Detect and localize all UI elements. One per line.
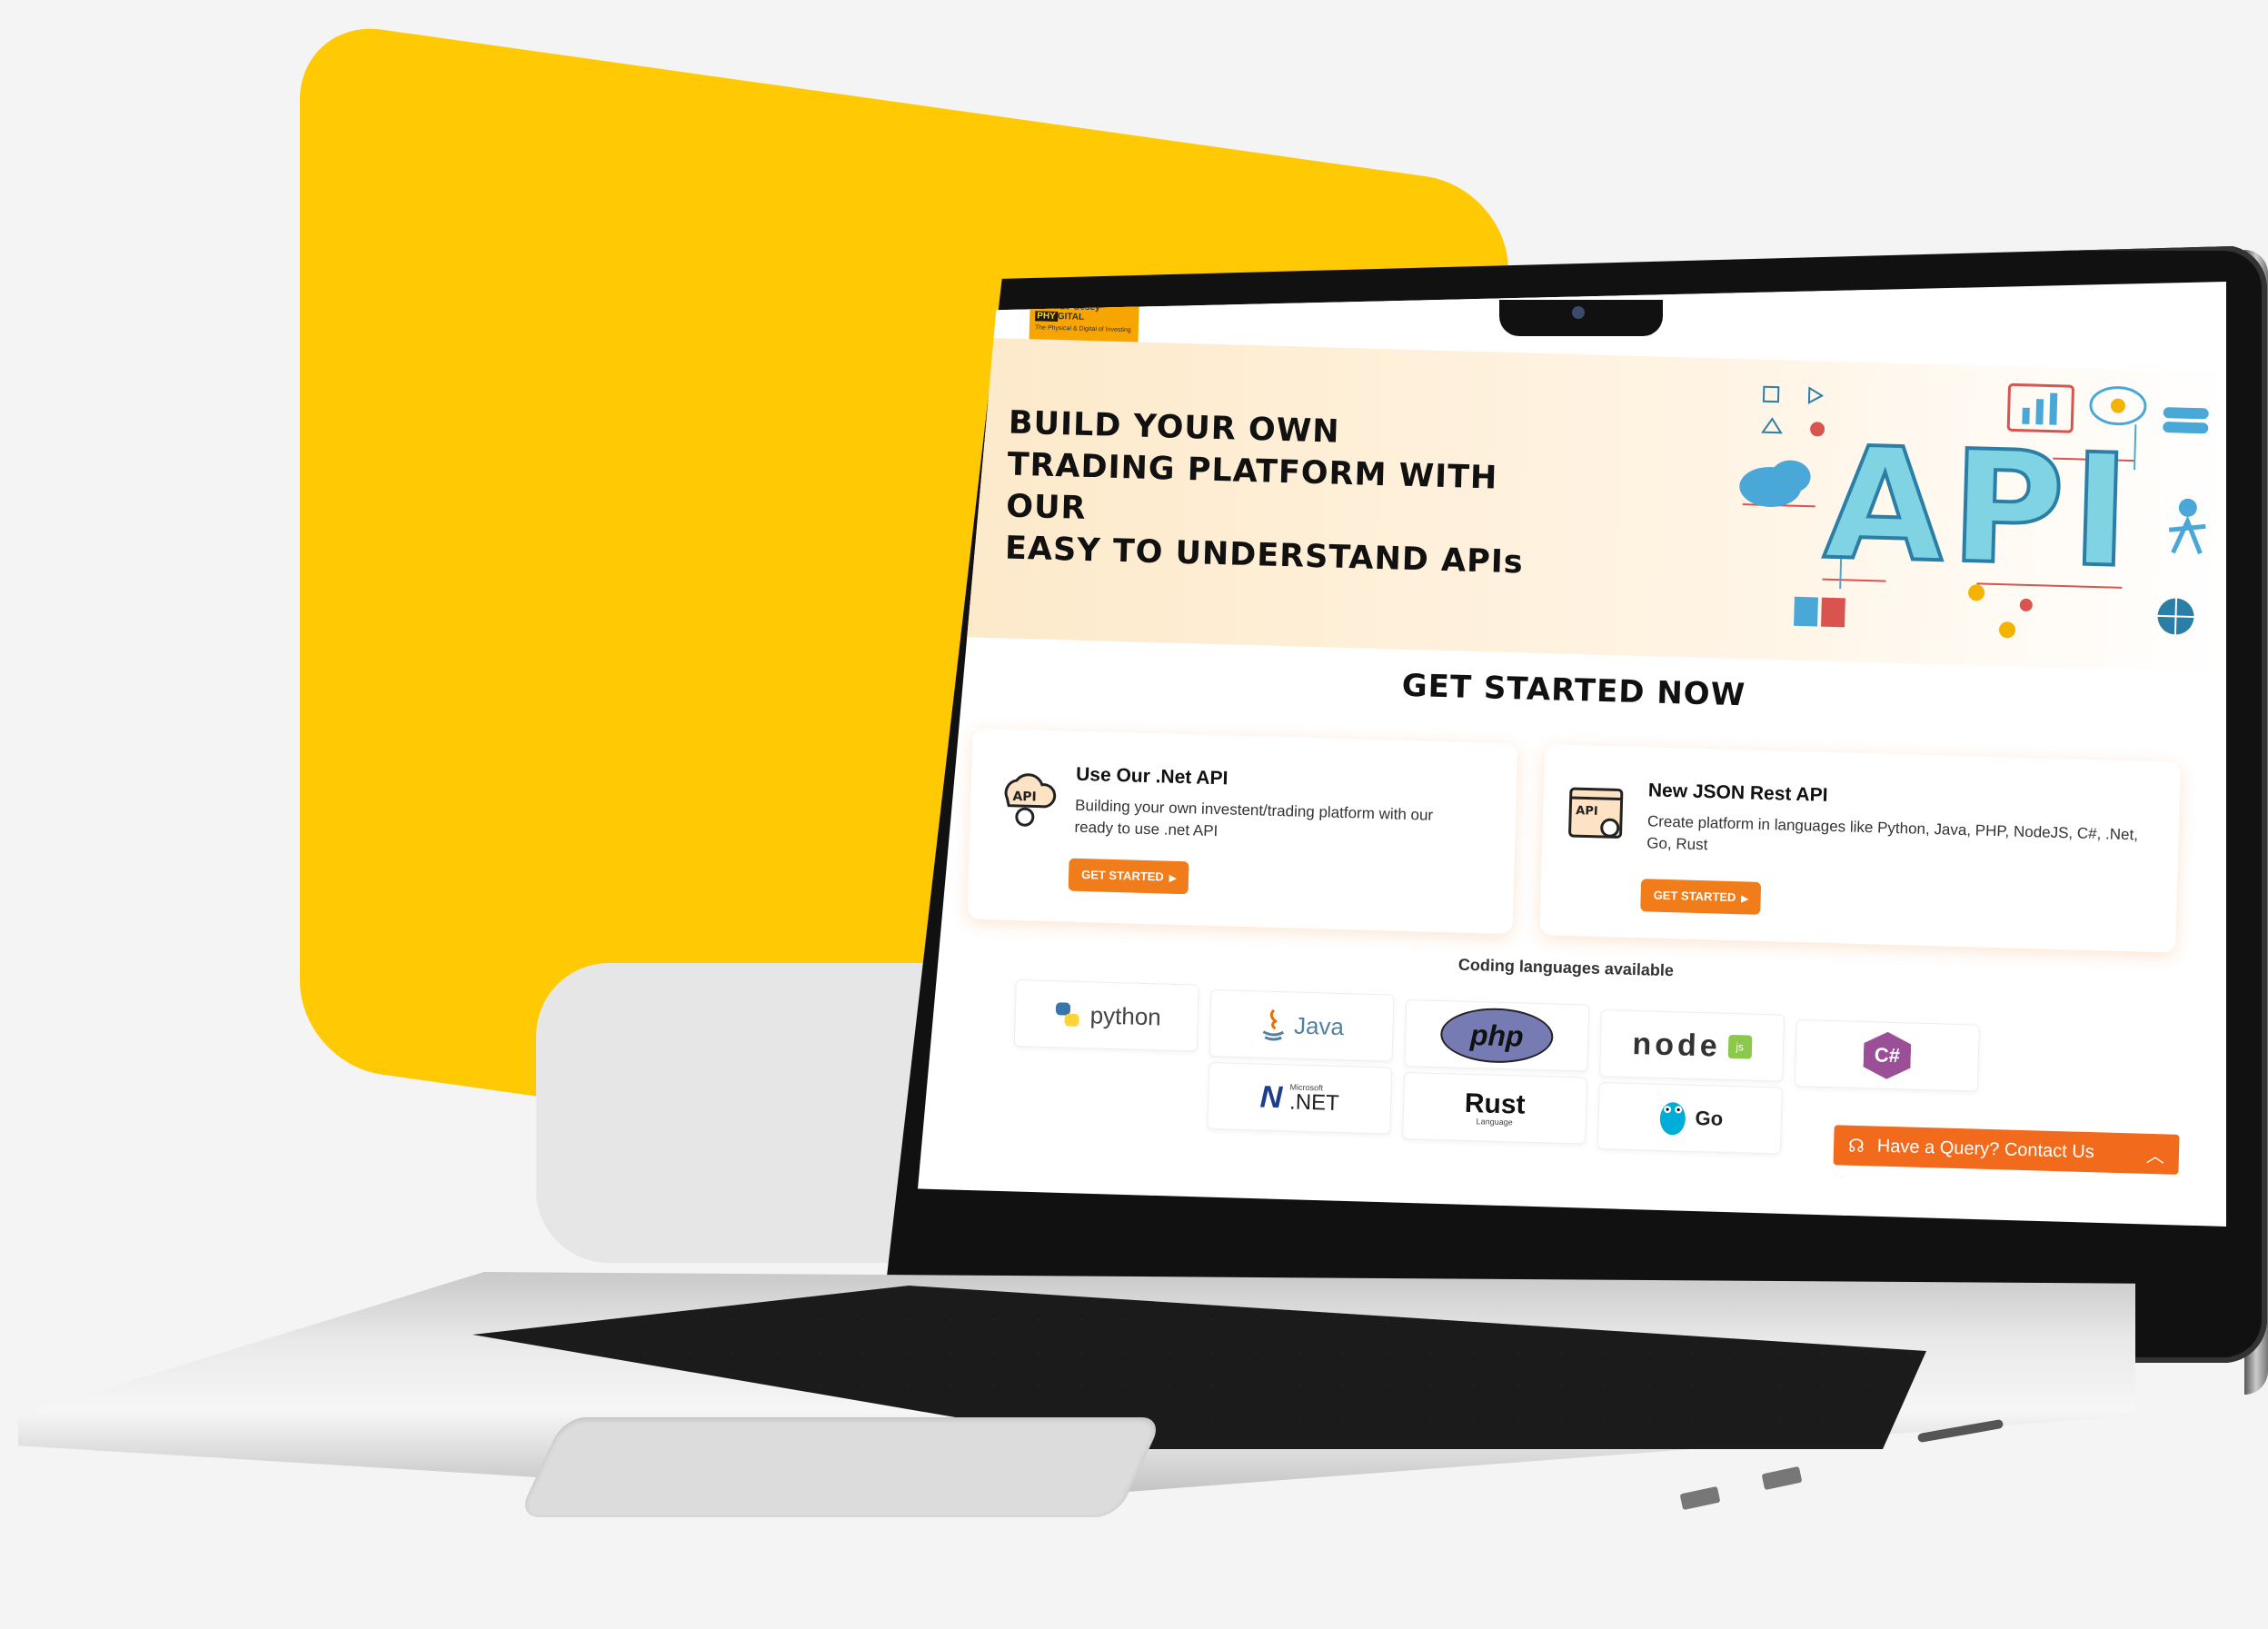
lang-rust[interactable]: Rust Language bbox=[1402, 1071, 1588, 1145]
logo-tagline: The Physical & Digital of Investing bbox=[1034, 324, 1131, 334]
contact-us-bar[interactable]: ☊ Have a Query? Contact Us ︿ bbox=[1833, 1125, 2180, 1175]
button-label: GET STARTED bbox=[1080, 867, 1165, 884]
python-logo-icon bbox=[1055, 1002, 1079, 1027]
rust-sub-label: Language bbox=[1476, 1116, 1513, 1127]
laptop-trackpad[interactable] bbox=[517, 1417, 1164, 1517]
nodejs-hex-badge: js bbox=[1727, 1034, 1753, 1059]
laptop-display: Mastrus Gesey PHYGITAL The Physical & Di… bbox=[918, 282, 2226, 1227]
card-description: Create platform in languages like Python… bbox=[1646, 812, 2139, 854]
chevron-up-icon[interactable]: ︿ bbox=[2146, 1140, 2165, 1167]
lang-java[interactable]: Java bbox=[1209, 989, 1395, 1062]
person-icon bbox=[2168, 498, 2206, 555]
card-title: New JSON Rest API bbox=[1647, 780, 1828, 806]
go-gopher-icon bbox=[1659, 1102, 1686, 1136]
document-icons bbox=[1794, 596, 1845, 628]
cloud-icon bbox=[1739, 460, 1811, 507]
lang-nodejs[interactable]: node js bbox=[1599, 1009, 1786, 1082]
lang-dotnet[interactable]: N Microsoft .NET bbox=[1207, 1061, 1393, 1135]
logo-brand-box: PHY bbox=[1035, 311, 1058, 323]
api-illustration-text: API bbox=[1822, 414, 2139, 603]
api-window-gear-icon: API bbox=[1568, 787, 1624, 839]
lang-label: Go bbox=[1695, 1106, 1724, 1130]
card-title: Use Our .Net API bbox=[1075, 763, 1228, 790]
webcam-icon bbox=[1572, 306, 1585, 319]
json-get-started-button[interactable]: GET STARTED ▶ bbox=[1640, 879, 1762, 915]
lang-csharp[interactable]: C# bbox=[1794, 1019, 1980, 1092]
lang-label: php bbox=[1469, 1018, 1525, 1053]
dotnet-get-started-button[interactable]: GET STARTED ▶ bbox=[1068, 858, 1190, 895]
usb-port bbox=[1679, 1485, 1721, 1511]
contact-us-label: Have a Query? Contact Us bbox=[1876, 1136, 2095, 1162]
website-screenshot: Mastrus Gesey PHYGITAL The Physical & Di… bbox=[918, 282, 2226, 1227]
lang-label: python bbox=[1089, 1000, 1162, 1030]
dotnet-wordmark: Microsoft .NET bbox=[1288, 1082, 1340, 1116]
nodejs-logo-icon: node bbox=[1631, 1026, 1722, 1064]
dotnet-api-card: API Use Our .Net API Building your own i… bbox=[967, 728, 1518, 935]
api-window-icon-label: API bbox=[1576, 804, 1598, 819]
api-cloud-icon-label: API bbox=[1012, 790, 1037, 805]
java-logo-icon bbox=[1262, 1008, 1284, 1041]
lang-label: Rust bbox=[1464, 1088, 1526, 1120]
lang-label: .NET bbox=[1288, 1088, 1340, 1116]
csharp-logo-icon: C# bbox=[1863, 1031, 1911, 1079]
hero-title: BUILD YOUR OWN TRADING PLATFORM WITH OUR… bbox=[1004, 402, 1572, 585]
lang-go[interactable]: Go bbox=[1597, 1081, 1783, 1155]
shape-flow-icons bbox=[1761, 385, 1825, 437]
hero-title-line-2: TRADING PLATFORM WITH OUR bbox=[1005, 446, 1498, 527]
php-logo-icon: php bbox=[1439, 1007, 1555, 1065]
rust-logo-icon: Rust Language bbox=[1464, 1088, 1526, 1127]
button-label: GET STARTED bbox=[1653, 888, 1736, 905]
json-rest-api-card: API New JSON Rest API Create platform in… bbox=[1539, 744, 2182, 953]
lang-label: Java bbox=[1293, 1011, 1345, 1040]
globe-icon bbox=[2157, 598, 2194, 635]
database-icon bbox=[2163, 407, 2209, 434]
dotnet-logo-icon: N bbox=[1259, 1079, 1283, 1115]
lang-php[interactable]: php bbox=[1404, 999, 1590, 1072]
card-description: Building your own investent/trading plat… bbox=[1074, 796, 1434, 840]
play-arrow-icon: ▶ bbox=[1169, 873, 1177, 884]
logo-brand-right: GITAL bbox=[1057, 312, 1085, 323]
play-arrow-icon: ▶ bbox=[1741, 894, 1749, 905]
usb-port bbox=[1761, 1465, 1803, 1491]
api-cloud-gear-icon: API bbox=[1004, 773, 1057, 827]
settings-cloud-icon bbox=[2089, 386, 2147, 426]
api-illustration: API bbox=[1739, 382, 2209, 639]
lang-python[interactable]: python bbox=[1013, 979, 1199, 1052]
headset-icon: ☊ bbox=[1847, 1136, 1865, 1157]
hero-banner: BUILD YOUR OWN TRADING PLATFORM WITH OUR… bbox=[920, 336, 2226, 673]
lang-label: C# bbox=[1874, 1043, 1901, 1068]
